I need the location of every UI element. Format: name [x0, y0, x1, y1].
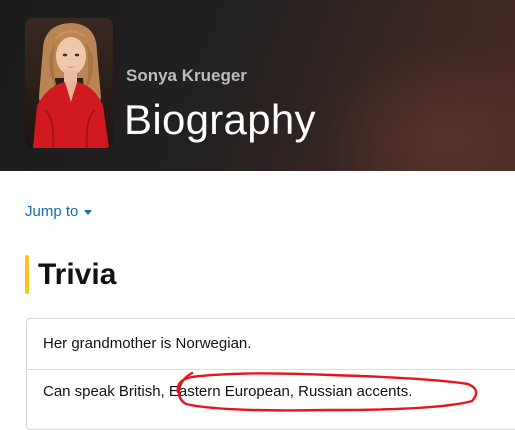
page-header: Sonya Krueger Biography — [0, 0, 515, 171]
section-accent-bar — [25, 255, 29, 294]
portrait-image — [25, 18, 113, 148]
trivia-list: Her grandmother is Norwegian. Can speak … — [26, 318, 515, 430]
jump-to-menu[interactable]: Jump to — [25, 203, 93, 220]
page-title: Biography — [124, 96, 316, 143]
trivia-item: Can speak British, Eastern European, Rus… — [43, 383, 413, 400]
list-divider — [27, 369, 515, 370]
trivia-item: Her grandmother is Norwegian. — [43, 335, 252, 352]
caret-down-icon[interactable] — [84, 210, 93, 215]
person-name[interactable]: Sonya Krueger — [126, 66, 247, 86]
profile-portrait[interactable] — [25, 18, 113, 148]
section-title: Trivia — [38, 258, 117, 291]
jump-to-label[interactable]: Jump to — [25, 203, 78, 220]
header-background-glow — [315, 40, 515, 171]
